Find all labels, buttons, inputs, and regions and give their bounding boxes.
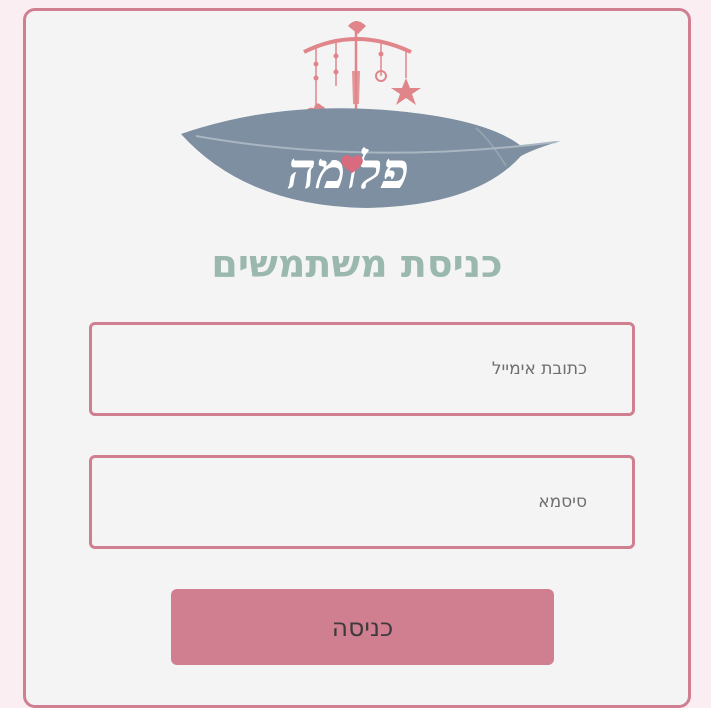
page-title: כניסת משתמשים (211, 242, 503, 286)
email-input[interactable] (92, 325, 632, 413)
login-button[interactable]: כניסה (171, 589, 554, 665)
email-field-wrapper (89, 322, 635, 416)
logo-text: פלומה (287, 141, 409, 200)
baby-mobile-icon (303, 21, 421, 118)
password-input[interactable] (92, 458, 632, 546)
login-card: פלומה כניסת משתמשים כניסה (23, 8, 691, 708)
password-field-wrapper (89, 455, 635, 549)
paluma-logo: פלומה (181, 21, 561, 208)
